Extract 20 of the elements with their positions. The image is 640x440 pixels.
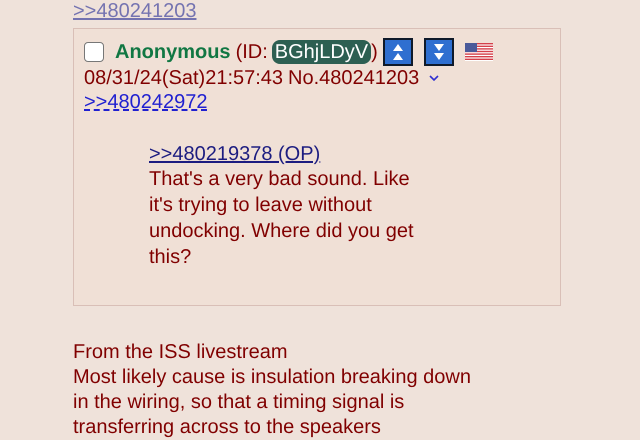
poster-name: Anonymous [115, 40, 231, 64]
post-number[interactable]: No.480241203 [288, 66, 420, 90]
post-text-line: Most likely cause is insulation breaking down [73, 365, 471, 390]
backlink[interactable]: >>480242972 [84, 90, 208, 114]
post-text-line: transferring across to the speakers [73, 415, 382, 440]
double-down-arrow-icon [432, 43, 445, 61]
post-text-line: From the ISS livestream [73, 340, 289, 365]
flag-icon [464, 43, 493, 61]
chevron-down-icon[interactable] [428, 74, 440, 82]
post-checkbox[interactable] [84, 42, 104, 62]
id-label-end: ) [371, 40, 378, 64]
post-text-line: in the wiring, so that a timing signal is [73, 390, 406, 415]
scroll-down-button[interactable] [424, 38, 454, 66]
quote-link[interactable]: >>480219378 (OP) [149, 142, 320, 166]
double-up-arrow-icon [392, 43, 404, 61]
scroll-up-button[interactable] [382, 38, 413, 66]
post-message: That's a very bad sound. Like it's trying to leave without undocking. Where did you get this? [149, 167, 415, 270]
post-datetime: 08/31/24(Sat)21:57:43 [84, 66, 284, 90]
id-label: (ID: [236, 40, 268, 64]
poster-id[interactable]: BGhjLDyV [272, 40, 372, 64]
